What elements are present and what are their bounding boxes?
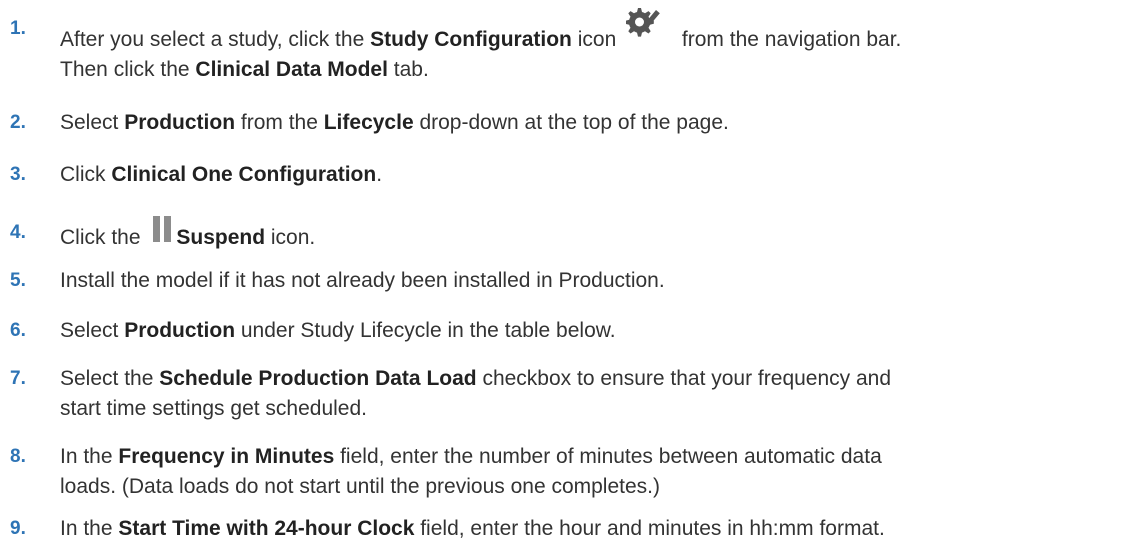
step-number: 6. (10, 320, 26, 341)
ui-term: Schedule Production Data Load (159, 367, 477, 390)
step-text: Click the (60, 226, 147, 249)
step-9: 9. In the Start Time with 24-hour Clock … (0, 514, 1126, 544)
step-text: Click (60, 163, 112, 186)
step-text: loads. (Data loads do not start until th… (60, 475, 660, 498)
step-text: drop-down at the top of the page. (413, 111, 729, 134)
step-text: After you select a study, click the (60, 28, 371, 51)
step-text: . (376, 163, 383, 186)
step-text: Select the (60, 367, 160, 390)
step-text: icon. (265, 226, 316, 249)
step-text: from the navigation bar. (676, 28, 902, 51)
step-text: Select (60, 111, 125, 134)
step-text: Then click the (60, 58, 196, 81)
gear-pencil-icon (625, 4, 672, 38)
step-text: from the (235, 111, 324, 134)
step-number: 5. (10, 270, 26, 291)
step-number: 7. (10, 368, 26, 389)
ui-term: Study Configuration (370, 28, 572, 51)
ui-term: Lifecycle (323, 111, 414, 134)
ui-term: Suspend (176, 226, 266, 249)
step-2: 2. Select Production from the Lifecycle … (0, 108, 1126, 138)
step-3: 3. Click Clinical One Configuration. (0, 160, 1126, 190)
step-6: 6. Select Production under Study Lifecyc… (0, 316, 1126, 346)
ui-term: Frequency in Minutes (118, 445, 335, 468)
step-text: icon (571, 28, 623, 51)
ui-term: Start Time with 24-hour Clock (118, 517, 415, 540)
ui-term: Clinical Data Model (195, 58, 388, 81)
step-text: Install the model if it has not already … (60, 269, 665, 292)
step-number: 3. (10, 164, 26, 185)
step-5: 5. Install the model if it has not alrea… (0, 266, 1126, 296)
step-text: field, enter the number of minutes betwe… (334, 445, 882, 468)
step-text: checkbox to ensure that your frequency a… (476, 367, 892, 390)
step-number: 4. (10, 222, 26, 243)
pause-icon (150, 214, 174, 244)
step-text: In the (60, 445, 119, 468)
step-text: field, enter the hour and minutes in hh:… (414, 517, 885, 540)
step-text: Select (60, 319, 125, 342)
ui-term: Clinical One Configuration (111, 163, 377, 186)
step-text: tab. (387, 58, 429, 81)
step-7: 7. Select the Schedule Production Data L… (0, 364, 1126, 424)
step-1: 1. After you select a study, click the S… (0, 8, 1126, 85)
step-text: start time settings get scheduled. (60, 397, 367, 420)
step-4: 4. Click the Suspend icon. (0, 216, 1126, 253)
step-8: 8. In the Frequency in Minutes field, en… (0, 442, 1126, 502)
step-text: under Study Lifecycle in the table below… (235, 319, 616, 342)
ui-term: Production (124, 319, 236, 342)
step-number: 2. (10, 112, 26, 133)
step-text: In the (60, 517, 119, 540)
step-number: 1. (10, 18, 26, 39)
ui-term: Production (124, 111, 236, 134)
step-number: 9. (10, 518, 26, 539)
step-number: 8. (10, 446, 26, 467)
